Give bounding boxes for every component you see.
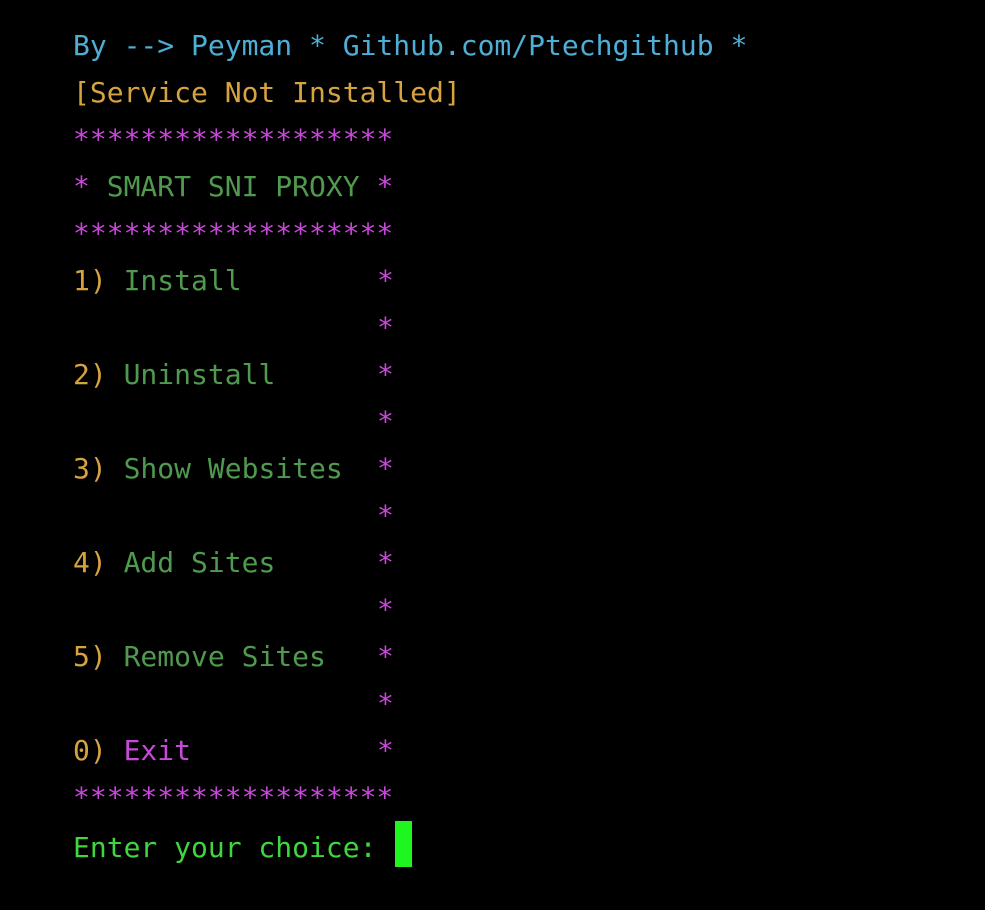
prompt-line[interactable]: Enter your choice: <box>73 821 413 868</box>
menu-item-remove-sites: 5) Remove Sites <box>73 633 326 680</box>
menu-number: 1) <box>73 264 107 297</box>
menu-number: 3) <box>73 452 107 485</box>
menu-item-show-websites: 3) Show Websites <box>73 445 343 492</box>
text-cursor[interactable] <box>395 821 413 867</box>
menu-item-exit: 0) Exit <box>73 727 191 774</box>
menu-label: Exit <box>123 734 192 767</box>
menu-border-star: * <box>377 311 394 344</box>
menu-border-star: * <box>377 358 394 391</box>
menu-item-uninstall: 2) Uninstall <box>73 351 275 398</box>
menu-label: Show Websites <box>123 452 343 485</box>
menu-border-star: * <box>377 499 394 532</box>
menu-number: 4) <box>73 546 107 579</box>
title-line: * SMART SNI PROXY * <box>73 163 393 210</box>
border-bottom: ******************* <box>73 781 394 814</box>
border-title-bottom: ******************* <box>73 217 394 250</box>
menu-item-add-sites: 4) Add Sites <box>73 539 275 586</box>
menu-label: Remove Sites <box>123 640 326 673</box>
menu-number: 2) <box>73 358 107 391</box>
choice-prompt: Enter your choice: <box>73 831 394 864</box>
service-status: [Service Not Installed] <box>73 76 461 109</box>
menu-border-star: * <box>377 546 394 579</box>
border-top: ******************* <box>73 123 394 156</box>
menu-number: 0) <box>73 734 107 767</box>
menu-border-star: * <box>377 687 394 720</box>
menu-number: 5) <box>73 640 107 673</box>
title-star-left: * <box>73 170 90 203</box>
terminal-window[interactable]: By --> Peyman * Github.com/Ptechgithub *… <box>0 0 985 910</box>
title-text: SMART SNI PROXY <box>89 170 377 203</box>
menu-item-install: 1) Install <box>73 257 242 304</box>
menu-border-star: * <box>377 640 394 673</box>
menu-border-star: * <box>377 405 394 438</box>
title-star-right: * <box>376 170 394 203</box>
menu-border-star: * <box>377 734 394 767</box>
author-line: By --> Peyman * Github.com/Ptechgithub * <box>73 29 748 62</box>
menu-border-star: * <box>377 452 394 485</box>
menu-label: Install <box>123 264 242 297</box>
menu-label: Add Sites <box>123 546 276 579</box>
menu-border-star: * <box>377 593 394 626</box>
menu-label: Uninstall <box>123 358 276 391</box>
menu-border-star: * <box>377 264 394 297</box>
